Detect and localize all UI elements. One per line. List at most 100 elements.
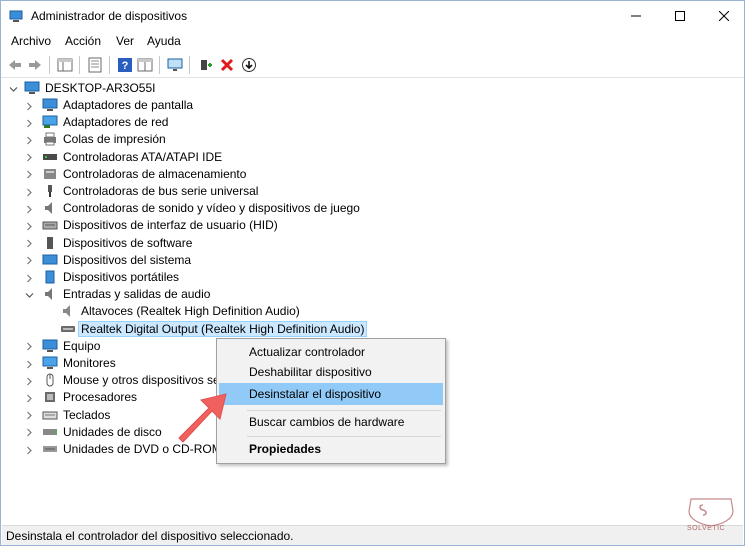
audio-icon xyxy=(42,287,58,301)
tree-item-label: Controladoras de almacenamiento xyxy=(63,166,247,181)
expand-chevron-icon[interactable] xyxy=(24,101,34,111)
tree-item-label: Colas de impresión xyxy=(63,132,166,147)
help-icon[interactable]: ? xyxy=(115,55,135,75)
expand-chevron-icon[interactable] xyxy=(24,428,34,438)
toolbar: ? xyxy=(1,52,744,78)
view-resources-icon[interactable] xyxy=(135,55,155,75)
disk-drive-icon xyxy=(42,425,58,439)
solvetic-watermark: SOLVETIC xyxy=(685,497,737,537)
tree-item-label: Teclados xyxy=(63,407,111,422)
update-driver-icon[interactable] xyxy=(239,55,259,75)
tree-category-item[interactable]: Dispositivos de interfaz de usuario (HID… xyxy=(2,217,402,234)
sound-icon xyxy=(42,201,58,215)
tree-item-label: Realtek Digital Output (Realtek High Def… xyxy=(78,320,368,337)
expand-chevron-icon[interactable] xyxy=(24,445,34,455)
ctx-actualizar-controlador[interactable]: Actualizar controlador xyxy=(219,341,443,363)
expand-chevron-icon[interactable] xyxy=(24,256,34,266)
expand-chevron-icon[interactable] xyxy=(24,393,34,403)
menu-accion[interactable]: Acción xyxy=(65,34,101,48)
tree-category-item[interactable]: Dispositivos del sistema xyxy=(2,252,402,269)
ide-controller-icon xyxy=(42,150,58,164)
annotation-arrow-icon xyxy=(178,393,227,443)
tree-category-item[interactable]: Entradas y salidas de audio xyxy=(2,286,402,303)
tree-item-label: Unidades de disco xyxy=(63,424,162,439)
tree-child-item[interactable]: Realtek Digital Output (Realtek High Def… xyxy=(2,320,402,338)
tree-category-item[interactable]: Controladoras de bus serie universal xyxy=(2,183,402,200)
computer-icon xyxy=(24,81,40,95)
title-bar: Administrador de dispositivos xyxy=(1,1,744,31)
tree-root-label: DESKTOP-AR3O55I xyxy=(45,81,156,95)
tree-item-label: Dispositivos de interfaz de usuario (HID… xyxy=(63,218,278,233)
collapse-chevron-icon[interactable] xyxy=(24,290,34,300)
tree-item-label: Adaptadores de red xyxy=(63,115,169,130)
tree-item-label: Controladoras ATA/ATAPI IDE xyxy=(63,149,223,164)
expand-chevron-icon[interactable] xyxy=(24,221,34,231)
expand-chevron-icon[interactable] xyxy=(24,204,34,214)
menu-ver[interactable]: Ver xyxy=(116,34,134,48)
menu-ayuda[interactable]: Ayuda xyxy=(147,34,181,48)
tree-category-item[interactable]: Controladoras de almacenamiento xyxy=(2,166,402,183)
tree-item-label: Monitores xyxy=(63,356,116,370)
device-manager-app-icon xyxy=(9,9,23,23)
tree-item-label: Controladoras de bus serie universal xyxy=(63,184,259,198)
expand-chevron-icon[interactable] xyxy=(24,135,34,145)
expand-chevron-icon[interactable] xyxy=(24,359,34,369)
tree-category-item[interactable]: Adaptadores de red xyxy=(2,114,402,131)
system-device-icon xyxy=(42,253,58,267)
forward-icon[interactable] xyxy=(25,55,45,75)
expand-chevron-icon[interactable] xyxy=(24,118,34,128)
expand-chevron-icon[interactable] xyxy=(24,187,34,197)
menu-archivo[interactable]: Archivo xyxy=(11,34,51,48)
watermark-text: SOLVETIC xyxy=(687,525,726,532)
tree-category-item[interactable]: Dispositivos portátiles xyxy=(2,269,402,286)
tree-category-item[interactable]: Controladoras ATA/ATAPI IDE xyxy=(2,149,402,166)
tree-category-item[interactable]: Controladoras de sonido y vídeo y dispos… xyxy=(2,200,402,217)
expand-chevron-icon[interactable] xyxy=(24,342,34,352)
ctx-propiedades[interactable]: Propiedades xyxy=(219,438,443,460)
back-icon[interactable] xyxy=(5,55,25,75)
expand-chevron-icon[interactable] xyxy=(24,411,34,421)
tree-category-item[interactable]: Dispositivos de software xyxy=(2,235,402,252)
network-adapter-icon xyxy=(42,115,58,129)
mouse-icon xyxy=(42,373,58,387)
close-button[interactable] xyxy=(701,1,745,31)
expand-chevron-icon[interactable] xyxy=(24,273,34,283)
tree-category-item[interactable]: Colas de impresión xyxy=(2,131,402,148)
tree-item-label: Dispositivos portátiles xyxy=(63,270,180,284)
expand-chevron-icon[interactable] xyxy=(24,376,34,386)
minimize-button[interactable] xyxy=(613,1,659,31)
maximize-button[interactable] xyxy=(657,1,703,31)
ctx-separator xyxy=(247,436,441,437)
expand-chevron-icon[interactable] xyxy=(24,239,34,249)
tree-item-label: Equipo xyxy=(63,338,101,353)
properties-icon[interactable] xyxy=(85,55,105,75)
expand-chevron-icon[interactable] xyxy=(24,170,34,180)
collapse-chevron-icon[interactable] xyxy=(8,84,18,94)
software-device-icon xyxy=(42,236,58,250)
speaker-icon xyxy=(60,304,76,318)
tree-item-label: Adaptadores de pantalla xyxy=(63,98,194,112)
ctx-deshabilitar-dispositivo[interactable]: Deshabilitar dispositivo xyxy=(219,361,443,383)
expand-chevron-icon[interactable] xyxy=(24,153,34,163)
monitor-scan-icon[interactable] xyxy=(165,55,185,75)
usb-icon xyxy=(42,184,58,198)
monitor-icon xyxy=(42,356,58,370)
portable-device-icon xyxy=(42,270,58,284)
ctx-buscar-cambios[interactable]: Buscar cambios de hardware xyxy=(219,411,443,433)
console-tree-icon[interactable] xyxy=(55,55,75,75)
delete-icon[interactable] xyxy=(217,55,237,75)
processor-icon xyxy=(42,390,58,404)
digital-output-icon xyxy=(60,322,76,336)
tree-child-item[interactable]: Altavoces (Realtek High Definition Audio… xyxy=(2,303,402,320)
window-title: Administrador de dispositivos xyxy=(31,9,188,23)
tree-category-item[interactable]: Adaptadores de pantalla xyxy=(2,97,402,114)
tree-item-label: Altavoces (Realtek High Definition Audio… xyxy=(81,304,300,319)
add-driver-icon[interactable] xyxy=(196,55,216,75)
printer-icon xyxy=(42,132,58,146)
storage-controller-icon xyxy=(42,167,58,181)
hid-icon xyxy=(42,218,58,232)
tree-item-label: Controladoras de sonido y vídeo y dispos… xyxy=(63,201,360,216)
ctx-desinstalar-dispositivo[interactable]: Desinstalar el dispositivo xyxy=(219,383,443,405)
tree-root[interactable]: DESKTOP-AR3O55I xyxy=(2,80,302,97)
computer-icon xyxy=(42,339,58,353)
